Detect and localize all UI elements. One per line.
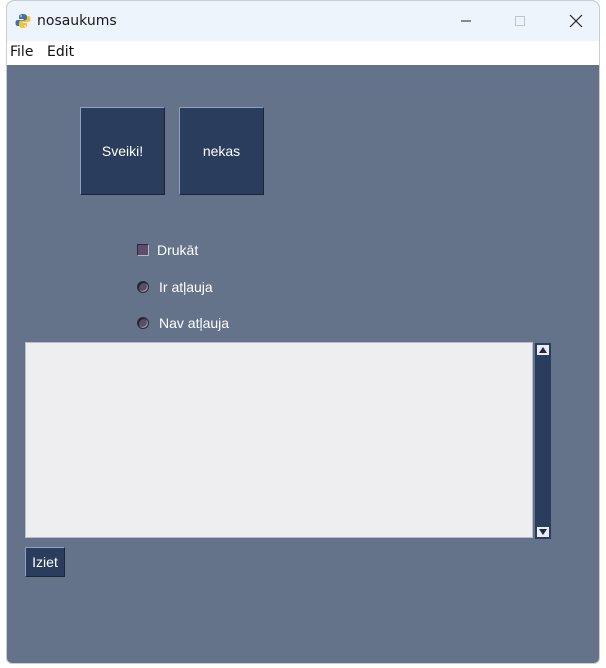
checkbox-box[interactable] <box>137 244 149 256</box>
print-checkbox-label: Drukāt <box>157 242 199 258</box>
exit-button[interactable]: Iziet <box>25 547 65 577</box>
radio-permission-yes-label: Ir atļauja <box>159 279 213 295</box>
arrow-down-icon <box>539 529 547 535</box>
menu-edit[interactable]: Edit <box>47 44 74 60</box>
arrow-up-icon <box>539 347 547 353</box>
close-icon <box>569 14 583 28</box>
menu-bar: File Edit <box>7 41 599 65</box>
print-checkbox[interactable]: Drukāt <box>137 241 198 259</box>
minimize-button[interactable] <box>443 1 489 41</box>
window-title: nosaukums <box>37 13 117 29</box>
radio-permission-yes[interactable]: Ir atļauja <box>137 278 213 296</box>
close-button[interactable] <box>553 1 599 41</box>
app-window: nosaukums File Edit Sveiki! nekas Drukāt <box>6 0 600 664</box>
radio-indicator[interactable] <box>137 281 149 293</box>
maximize-button[interactable] <box>497 1 543 41</box>
minimize-icon <box>461 20 471 22</box>
python-icon <box>15 14 31 28</box>
radio-permission-no[interactable]: Nav atļauja <box>137 314 229 332</box>
vertical-scrollbar[interactable] <box>535 343 551 539</box>
radio-permission-no-label: Nav atļauja <box>159 315 230 331</box>
maximize-icon <box>515 16 525 26</box>
scroll-down-button[interactable] <box>537 527 549 537</box>
radio-indicator[interactable] <box>137 317 149 329</box>
scroll-up-button[interactable] <box>537 345 549 355</box>
text-area[interactable] <box>25 342 533 538</box>
nekas-button[interactable]: nekas <box>179 107 264 195</box>
title-bar: nosaukums <box>7 1 599 41</box>
sveiki-button[interactable]: Sveiki! <box>80 107 165 195</box>
menu-file[interactable]: File <box>10 44 33 60</box>
